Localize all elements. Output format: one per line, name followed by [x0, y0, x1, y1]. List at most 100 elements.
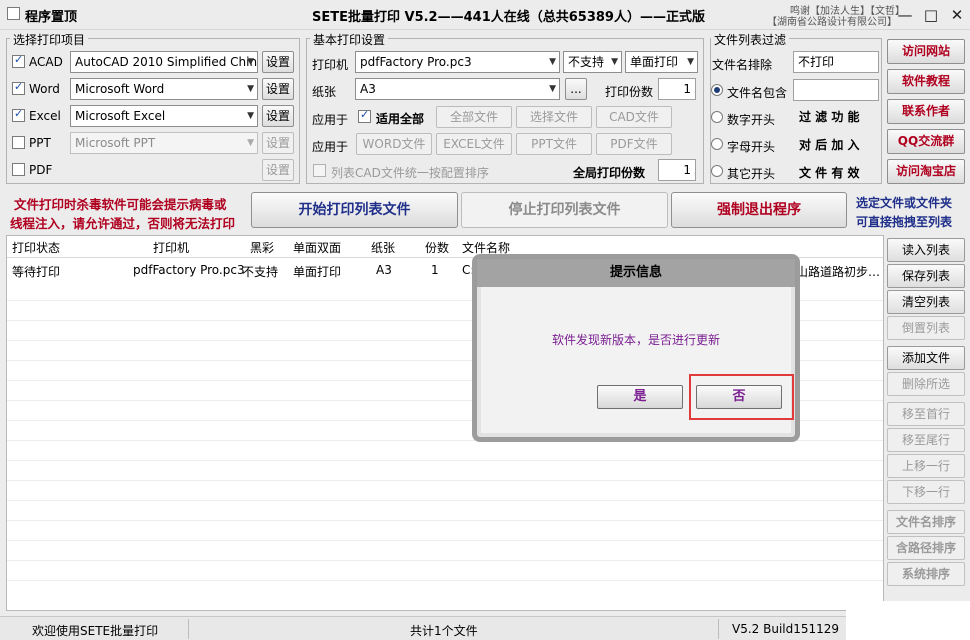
apply-all-checkbox[interactable] [358, 108, 371, 123]
sort-cad-checkbox[interactable] [313, 164, 326, 177]
copies-label: 打印份数 [605, 85, 654, 99]
row-duplex: 单面打印 [293, 265, 342, 279]
global-copies-input[interactable]: 1 [658, 159, 696, 181]
basic-settings-title: 基本打印设置 [310, 31, 389, 48]
copies-input[interactable]: 1 [658, 78, 696, 100]
apply-all-label: 适用全部 [376, 112, 425, 126]
contact-author-button[interactable]: 联系作者 [887, 99, 965, 124]
apply-ppt-files-button[interactable]: PPT文件 [516, 133, 592, 155]
chevron-down-icon: ▼ [549, 84, 556, 94]
exclude-input[interactable]: 不打印 [793, 51, 879, 73]
excel-program-select[interactable]: Microsoft Excel ▼ [70, 105, 258, 127]
browse-button[interactable]: ... [565, 78, 587, 100]
sort-by-path-button[interactable]: 含路径排序 [887, 536, 965, 560]
column-paper[interactable]: 纸张 [371, 239, 395, 256]
contains-input[interactable] [793, 79, 879, 101]
apply-excel-files-button[interactable]: EXCEL文件 [436, 133, 512, 155]
save-list-button[interactable]: 保存列表 [887, 264, 965, 288]
move-to-top-button[interactable]: 移至首行 [887, 402, 965, 426]
chevron-down-icon: ▼ [247, 84, 254, 94]
apply-cad-files-button[interactable]: CAD文件 [596, 106, 672, 128]
printer-select[interactable]: pdfFactory Pro.pc3 ▼ [355, 51, 560, 73]
color-value: 不支持 [568, 55, 605, 69]
ppt-program-select[interactable]: Microsoft PPT ▼ [70, 132, 258, 154]
paper-label: 纸张 [312, 85, 337, 99]
excel-checkbox[interactable] [12, 107, 25, 122]
word-checkbox[interactable] [12, 80, 25, 95]
dialog-yes-button[interactable]: 是 [597, 385, 683, 409]
stay-on-top-label: 程序置顶 [25, 10, 78, 25]
excel-program-value: Microsoft Excel [75, 109, 166, 123]
visit-website-button[interactable]: 访问网站 [887, 39, 965, 64]
filter-digit-radio[interactable] [711, 111, 723, 123]
status-separator [718, 619, 719, 639]
apply-selected-files-button[interactable]: 选择文件 [516, 106, 592, 128]
row-status: 等待打印 [12, 265, 61, 279]
paper-select[interactable]: A3 ▼ [355, 78, 560, 100]
stop-print-button[interactable]: 停止打印列表文件 [461, 192, 668, 228]
title-bar: 程序置顶 SETE批量打印 V5.2——441人在线（总共65389人）——正式… [0, 0, 970, 30]
acad-program-select[interactable]: AutoCAD 2010 Simplified Chin ▼ [70, 51, 258, 73]
paper-value: A3 [360, 82, 376, 96]
add-file-button[interactable]: 添加文件 [887, 346, 965, 370]
column-copies[interactable]: 份数 [425, 239, 449, 256]
acad-checkbox[interactable] [12, 53, 25, 68]
load-list-button[interactable]: 读入列表 [887, 238, 965, 262]
chevron-down-icon: ▼ [247, 111, 254, 121]
status-blank-area [846, 601, 970, 640]
apply-pdf-files-button[interactable]: PDF文件 [596, 133, 672, 155]
color-select[interactable]: 不支持 ▼ [563, 51, 622, 73]
clear-list-button[interactable]: 清空列表 [887, 290, 965, 314]
force-exit-button[interactable]: 强制退出程序 [671, 192, 847, 228]
chevron-down-icon: ▼ [687, 57, 694, 67]
column-printer[interactable]: 打印机 [153, 239, 189, 256]
filter-other-radio[interactable] [711, 165, 723, 177]
grid-line [7, 580, 883, 581]
drag-hint-line-2: 可直接拖拽至列表 [856, 215, 953, 229]
minimize-icon[interactable]: — [892, 4, 918, 26]
word-label: Word [29, 82, 60, 96]
dialog-message: 软件发现新版本，是否进行更新 [551, 333, 720, 347]
filter-hint-3: 文 件 有 效 [799, 166, 860, 180]
word-settings-button[interactable]: 设置 [262, 78, 294, 100]
stay-on-top-checkbox[interactable] [7, 7, 20, 20]
maximize-icon[interactable]: □ [918, 4, 944, 26]
qq-group-button[interactable]: QQ交流群 [887, 129, 965, 154]
ppt-checkbox[interactable] [12, 136, 25, 149]
duplex-value: 单面打印 [630, 55, 679, 69]
sort-by-name-button[interactable]: 文件名排序 [887, 510, 965, 534]
move-up-button[interactable]: 上移一行 [887, 454, 965, 478]
ppt-settings-button[interactable]: 设置 [262, 132, 294, 154]
taobao-store-button[interactable]: 访问淘宝店 [887, 159, 965, 184]
tutorial-button[interactable]: 软件教程 [887, 69, 965, 94]
word-program-select[interactable]: Microsoft Word ▼ [70, 78, 258, 100]
filter-contains-radio[interactable] [711, 84, 723, 96]
move-to-bottom-button[interactable]: 移至尾行 [887, 428, 965, 452]
duplex-select[interactable]: 单面打印 ▼ [625, 51, 698, 73]
column-filename[interactable]: 文件名称 [462, 239, 510, 256]
status-separator [188, 619, 189, 639]
system-sort-button[interactable]: 系统排序 [887, 562, 965, 586]
grid-line [7, 560, 883, 561]
column-duplex[interactable]: 单面双面 [293, 239, 341, 256]
column-status[interactable]: 打印状态 [12, 239, 60, 256]
close-icon[interactable]: ✕ [944, 4, 970, 26]
excel-settings-button[interactable]: 设置 [262, 105, 294, 127]
reverse-list-button[interactable]: 倒置列表 [887, 316, 965, 340]
column-color[interactable]: 黑彩 [250, 239, 274, 256]
acad-settings-button[interactable]: 设置 [262, 51, 294, 73]
pdf-settings-button[interactable]: 设置 [262, 159, 294, 181]
chevron-down-icon: ▼ [549, 57, 556, 67]
move-down-button[interactable]: 下移一行 [887, 480, 965, 504]
filter-other-label: 其它开头 [727, 167, 776, 181]
row-filename-tail: 山路道路初步… [796, 265, 881, 279]
apply-all-files-button[interactable]: 全部文件 [436, 106, 512, 128]
start-print-button[interactable]: 开始打印列表文件 [251, 192, 458, 228]
filter-letter-radio[interactable] [711, 138, 723, 150]
apply-word-files-button[interactable]: WORD文件 [356, 133, 432, 155]
delete-selected-button[interactable]: 删除所选 [887, 372, 965, 396]
pdf-checkbox[interactable] [12, 163, 25, 176]
file-list-header: 打印状态 打印机 黑彩 单面双面 纸张 份数 文件名称 [7, 236, 883, 258]
dialog-title: 提示信息 [477, 259, 795, 287]
filter-contains-label: 文件名包含 [727, 86, 788, 100]
